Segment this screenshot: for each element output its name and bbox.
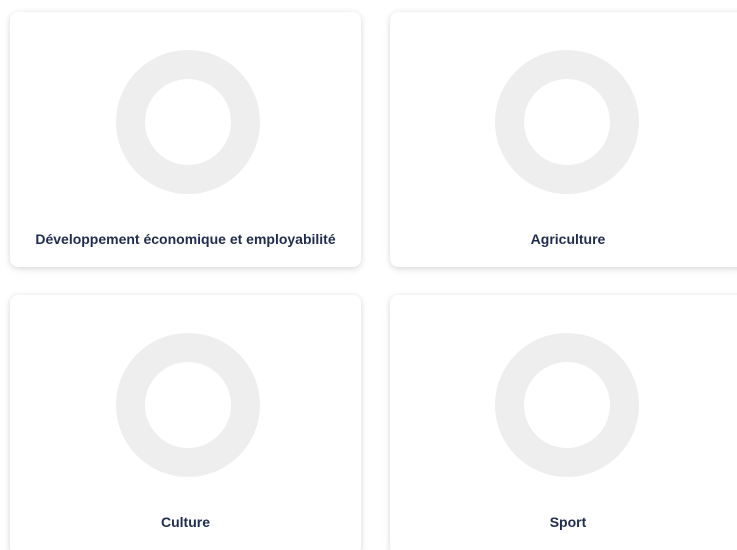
circle-placeholder-icon	[116, 333, 260, 477]
category-label: Développement économique et employabilit…	[35, 231, 336, 247]
category-card-developpement-economique[interactable]: Développement économique et employabilit…	[10, 12, 361, 267]
category-grid: Développement économique et employabilit…	[0, 0, 737, 550]
circle-placeholder-icon	[495, 50, 639, 194]
circle-placeholder-icon	[116, 50, 260, 194]
category-label: Culture	[161, 514, 210, 530]
category-card-agriculture[interactable]: Agriculture	[390, 12, 737, 267]
circle-placeholder-icon	[495, 333, 639, 477]
category-card-culture[interactable]: Culture	[10, 295, 361, 550]
category-label: Sport	[549, 514, 587, 530]
category-label: Agriculture	[530, 231, 606, 247]
category-card-sport[interactable]: Sport	[390, 295, 737, 550]
